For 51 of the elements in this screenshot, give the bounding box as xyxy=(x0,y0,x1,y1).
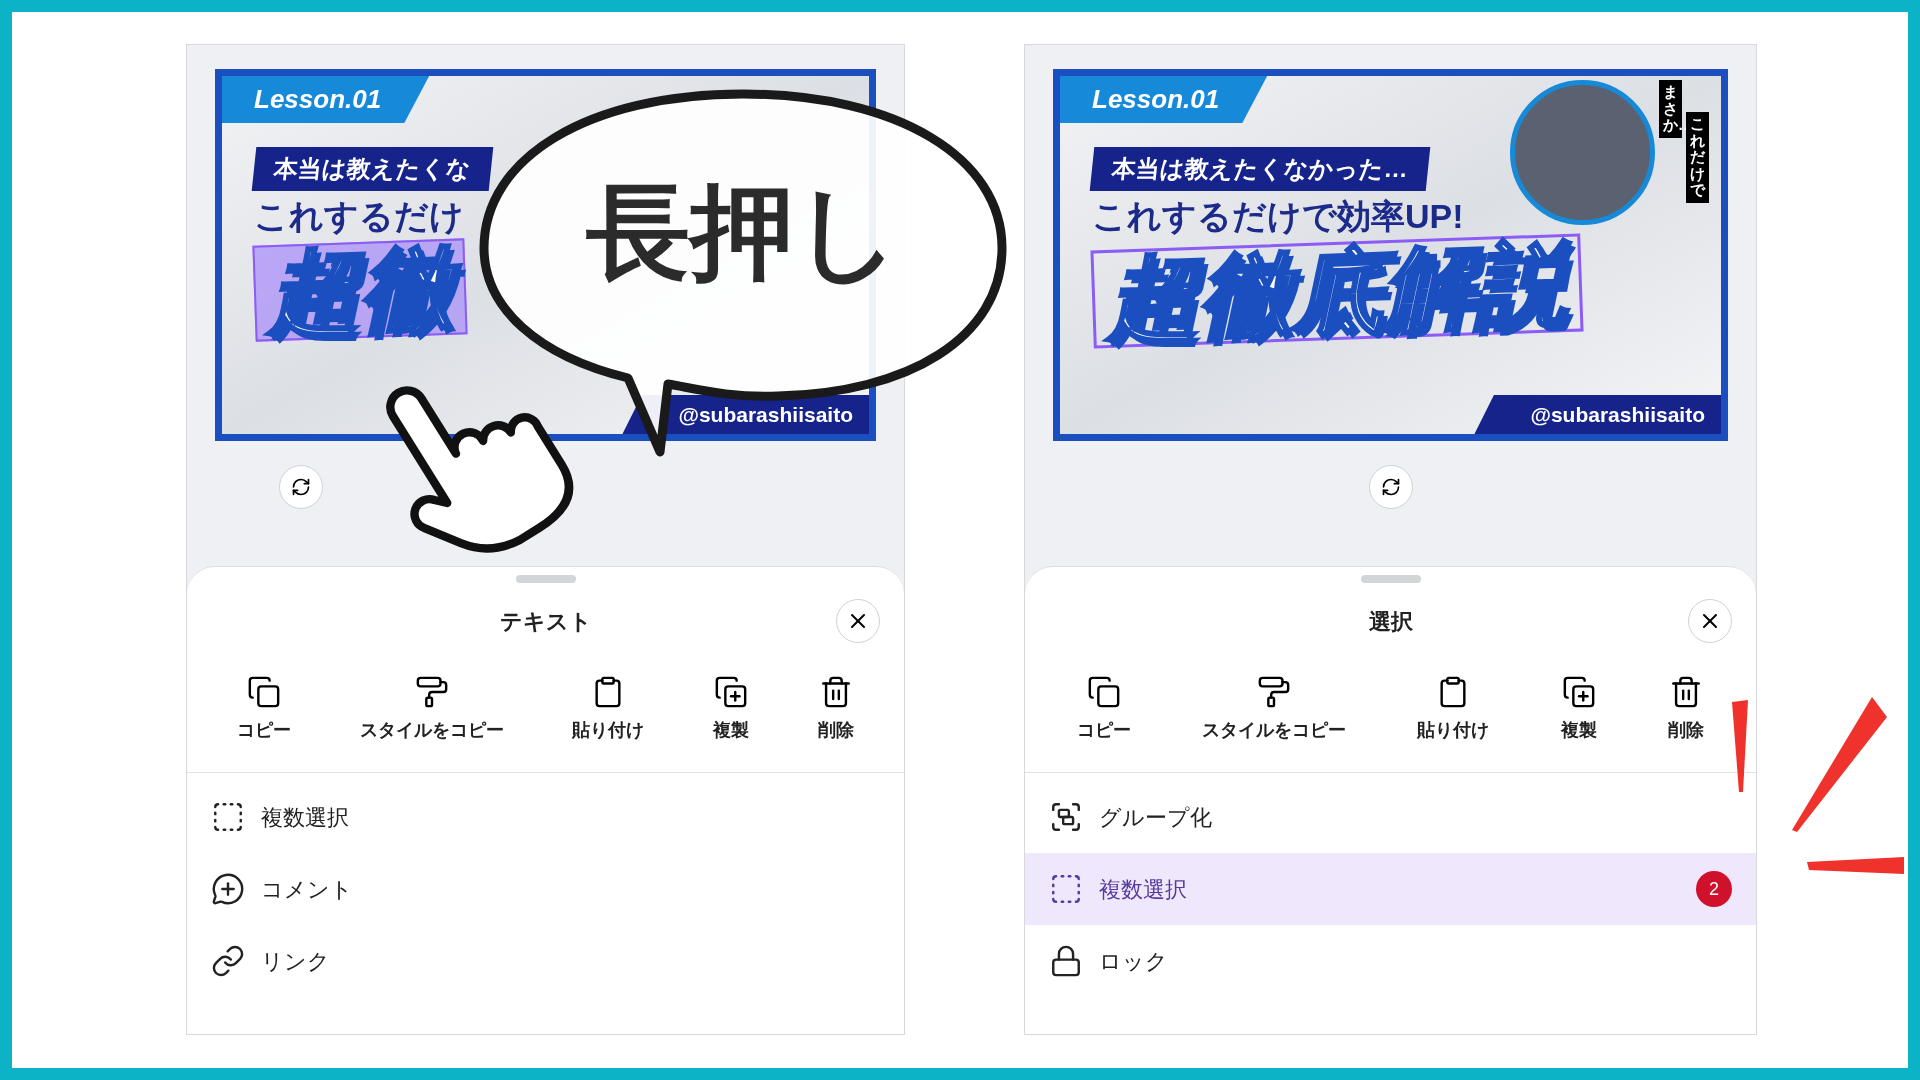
lock-icon xyxy=(1049,944,1083,978)
link-icon xyxy=(211,944,245,978)
menu-item-label: ロック xyxy=(1099,947,1169,976)
action-button[interactable]: コピー xyxy=(1076,675,1131,744)
menu-item-label: 複数選択 xyxy=(261,803,350,832)
menu-item[interactable]: リンク xyxy=(187,925,904,997)
lesson-label: Lesson.01 xyxy=(222,76,430,123)
drag-handle[interactable] xyxy=(1360,575,1421,583)
paint-roller-icon xyxy=(414,675,449,709)
copy-icon xyxy=(1086,675,1121,709)
subtitle-label: 本当は教えたくな xyxy=(251,147,494,191)
copy-icon xyxy=(247,675,282,709)
rotate-icon xyxy=(1380,477,1401,497)
menu-item[interactable]: グループ化 xyxy=(1025,781,1756,853)
vertical-tag: これだけで xyxy=(1686,112,1709,203)
menu-item[interactable]: 複数選択 2 xyxy=(1025,853,1756,925)
subtitle-label: 本当は教えたくなかった… xyxy=(1089,147,1431,191)
group-icon xyxy=(1049,800,1083,834)
menu-item[interactable]: ロック xyxy=(1025,925,1756,997)
action-button[interactable]: 複製 xyxy=(713,675,750,744)
rotate-icon xyxy=(291,477,311,497)
duplicate-icon xyxy=(1561,675,1596,709)
dashed-square-icon xyxy=(211,800,245,834)
action-button[interactable]: スタイルをコピー xyxy=(1202,675,1347,744)
paint-roller-icon xyxy=(1257,675,1292,709)
handle-label: @subarashiisaito xyxy=(1474,394,1721,434)
menu-item-label: コメント xyxy=(261,875,354,904)
action-button[interactable]: コピー xyxy=(237,675,292,744)
action-button[interactable]: 貼り付け xyxy=(1417,675,1490,744)
action-button[interactable]: 削除 xyxy=(817,675,854,744)
lesson-label: Lesson.01 xyxy=(1060,76,1268,123)
drag-handle[interactable] xyxy=(515,575,576,583)
action-button[interactable]: 複製 xyxy=(1560,675,1597,744)
dashed-square-icon xyxy=(1049,872,1083,906)
callout-text: 長押し xyxy=(586,180,900,284)
rotate-button[interactable] xyxy=(279,465,323,509)
action-button[interactable]: スタイルをコピー xyxy=(359,675,504,744)
headline-text: これするだけ xyxy=(254,196,465,237)
sheet-title: テキスト xyxy=(499,607,592,636)
menu-item-label: 複数選択 xyxy=(1099,875,1188,904)
count-badge: 2 xyxy=(1696,871,1732,907)
comment-plus-icon xyxy=(211,872,245,906)
action-button[interactable]: 削除 xyxy=(1668,675,1705,744)
menu-item-label: グループ化 xyxy=(1099,803,1213,832)
menu-item[interactable]: 複数選択 xyxy=(187,781,904,853)
sheet-title: 選択 xyxy=(1368,607,1413,636)
menu-item[interactable]: コメント xyxy=(187,853,904,925)
menu-item-label: リンク xyxy=(261,947,331,976)
action-button[interactable]: 貼り付け xyxy=(572,675,645,744)
rotate-button[interactable] xyxy=(1368,465,1413,509)
duplicate-icon xyxy=(714,675,749,709)
